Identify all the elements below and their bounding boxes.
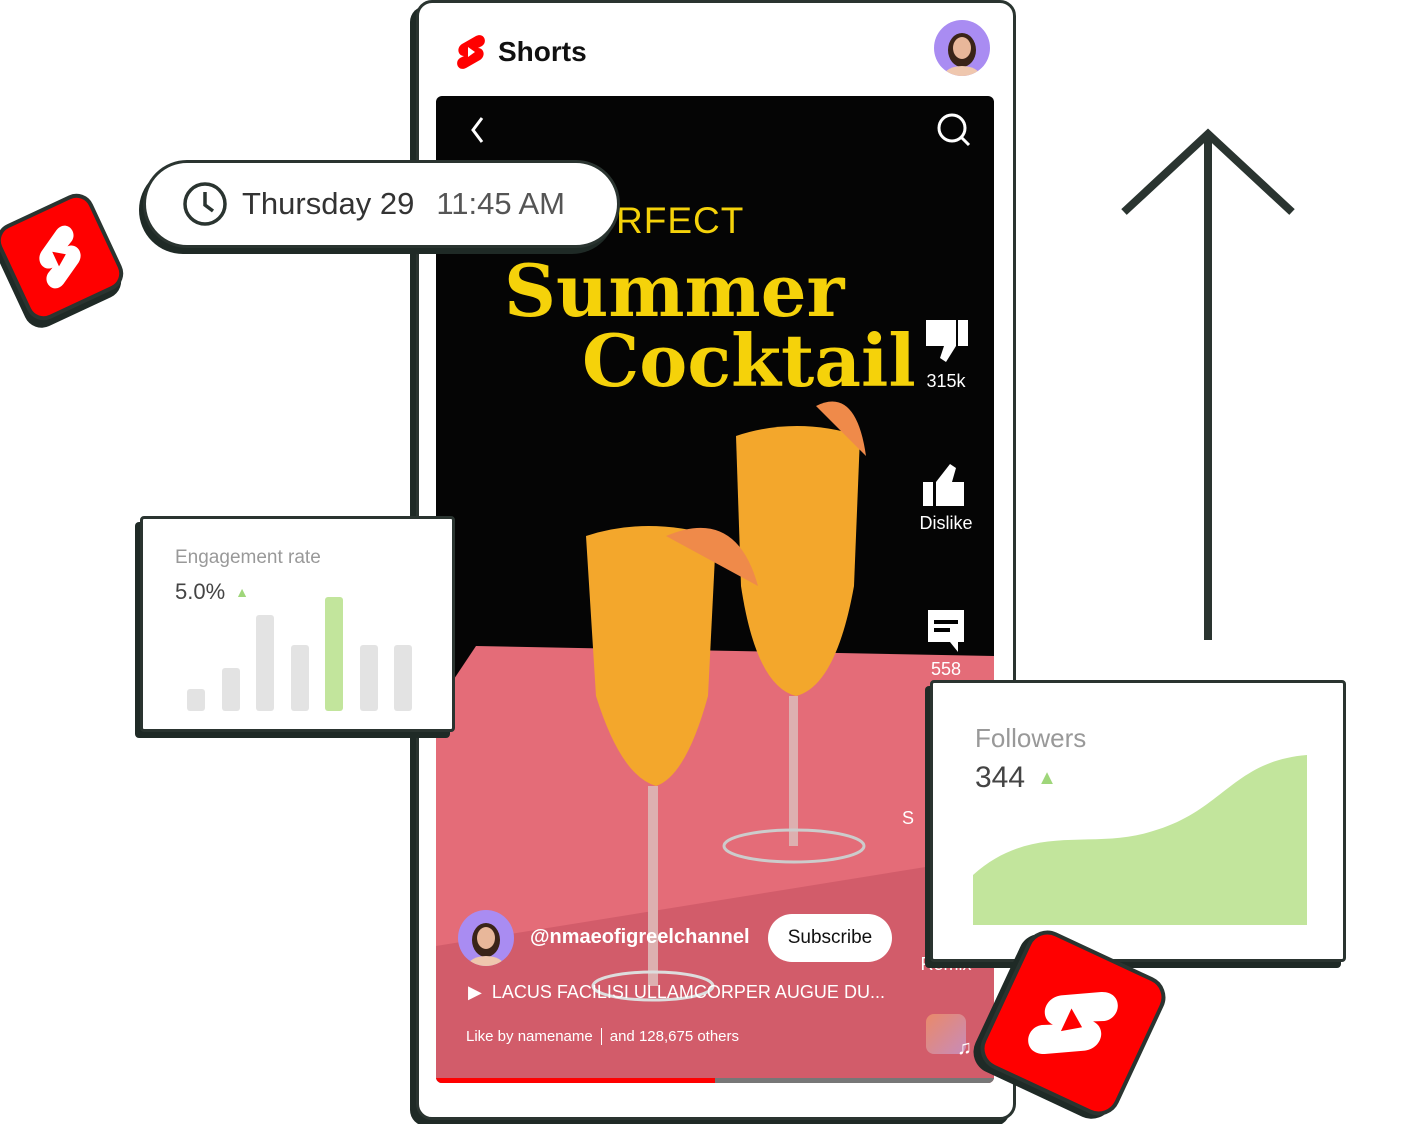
engagement-bar: [325, 597, 343, 711]
progress-bar[interactable]: [436, 1078, 994, 1083]
share-label[interactable]: S: [888, 808, 928, 829]
comment-action[interactable]: 558: [906, 608, 986, 680]
engagement-bar: [394, 644, 412, 711]
followers-area: [973, 755, 1307, 925]
engagement-bar: [221, 667, 240, 711]
engagement-bar: [187, 689, 205, 711]
music-icon[interactable]: ♫: [926, 1014, 972, 1059]
schedule-pill: Thursday 29 11:45 AM: [143, 160, 620, 248]
app-title: Shorts: [498, 36, 587, 67]
clock-icon: [183, 182, 227, 226]
shorts-badge-small: [0, 187, 130, 327]
like-label: Dislike: [919, 513, 973, 533]
engagement-bars: [187, 595, 417, 711]
subscribe-button[interactable]: Subscribe: [768, 914, 892, 962]
user-avatar[interactable]: [934, 20, 990, 76]
progress-fill: [436, 1078, 715, 1083]
up-arrow-icon: [1121, 128, 1295, 640]
engagement-bar: [359, 644, 378, 711]
engagement-bar: [256, 615, 274, 711]
engagement-card: Engagement rate 5.0% ▲: [140, 516, 455, 732]
like-action[interactable]: Dislike: [906, 462, 986, 534]
play-icon: ▶: [468, 982, 482, 1002]
followers-label: Followers: [975, 723, 1087, 753]
youtube-shorts-logo: [39, 225, 81, 289]
thumbs-up-icon: [923, 464, 964, 506]
liked-others: and 128,675 others: [609, 1028, 740, 1045]
schedule-time: 11:45 AM: [436, 186, 566, 221]
video-title-line2: Cocktail: [582, 318, 916, 403]
comment-icon: [928, 610, 964, 652]
youtube-shorts-logo: [1028, 992, 1118, 1054]
youtube-shorts-logo[interactable]: [456, 34, 486, 70]
search-icon[interactable]: [936, 112, 972, 148]
video-title-small: RFECT: [616, 200, 745, 241]
description-text: LACUS FACILISI ULLAMCORPER AUGUE DU...: [491, 982, 885, 1002]
engagement-label: Engagement rate: [175, 547, 321, 568]
dislike-action[interactable]: 315k: [906, 318, 986, 392]
schedule-day: Thursday 29: [242, 186, 415, 221]
thumbs-down-icon: [926, 320, 968, 362]
followers-card: Followers 344 ▲: [930, 680, 1346, 962]
app-header: Shorts: [456, 34, 587, 70]
likes-summary: Like by namename and 128,675 others: [466, 1028, 739, 1045]
channel-avatar[interactable]: [458, 910, 514, 966]
channel-name[interactable]: @nmaeofigreelchannel: [530, 926, 750, 949]
comment-count: 558: [930, 659, 962, 679]
followers-area-chart: [973, 755, 1307, 925]
engagement-bar: [290, 644, 309, 711]
dislike-count: 315k: [926, 371, 966, 391]
video-description[interactable]: ▶ LACUS FACILISI ULLAMCORPER AUGUE DU...: [468, 982, 885, 1003]
liked-by: Like by namename: [466, 1028, 593, 1045]
back-icon[interactable]: [470, 116, 486, 144]
